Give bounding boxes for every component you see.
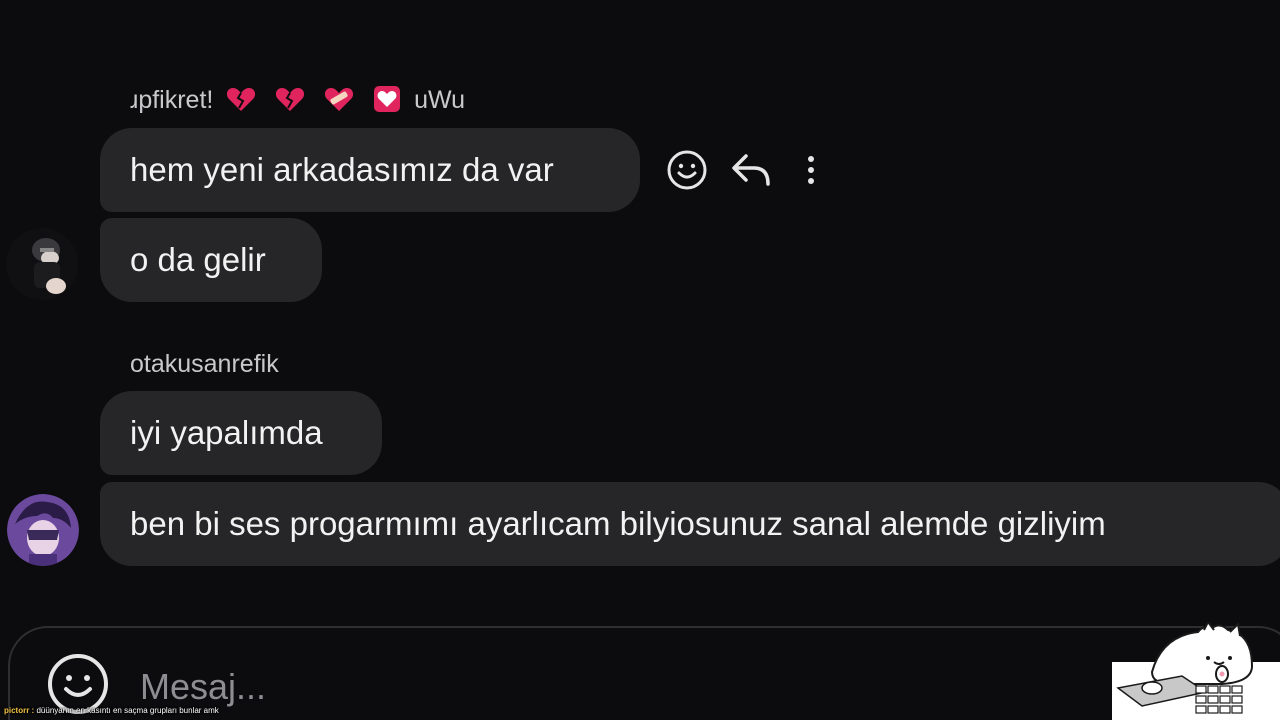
sender-name-1[interactable]: ɹpfikret! uWu <box>130 85 465 117</box>
reply-icon[interactable] <box>726 147 774 193</box>
message-bubble-4[interactable]: ben bi ses progarmımı ayarlıcam bilyiosu… <box>100 482 1280 566</box>
heart-square-icon <box>374 86 401 113</box>
video-caption: pictorr : düünyanın en kasıntı en saçma … <box>4 706 219 716</box>
bandaged-heart-icon <box>325 88 354 112</box>
sender-name-text: ɹpfikret! <box>130 86 214 114</box>
message-text: ben bi ses progarmımı ayarlıcam bilyiosu… <box>130 505 1106 542</box>
message-input-placeholder: Mesaj... <box>140 666 267 707</box>
avatar[interactable] <box>7 494 79 566</box>
smiley-icon[interactable] <box>664 147 710 193</box>
caption-text: düünyanın en kasıntı en saçma grupları b… <box>36 706 219 715</box>
message-text: iyi yapalımda <box>130 414 323 451</box>
avatar[interactable] <box>6 228 78 300</box>
sender-name-2[interactable]: otakusanrefik <box>130 349 279 379</box>
message-bubble-1[interactable]: hem yeni arkadasımız da var <box>100 128 640 212</box>
sender-name-text: otakusanrefik <box>130 350 279 378</box>
broken-heart-icon <box>276 88 305 112</box>
more-vertical-icon[interactable] <box>796 150 826 190</box>
chat-window: ɹpfikret! uWu hem yeni arkadasımız da va… <box>0 0 1280 720</box>
message-text: hem yeni arkadasımız da var <box>130 151 554 188</box>
message-bubble-2[interactable]: o da gelir <box>100 218 322 302</box>
caption-prefix: pictorr : <box>4 706 35 715</box>
bongo-cat-sticker <box>1112 620 1280 720</box>
sender-name-suffix: uWu <box>414 86 466 114</box>
message-text: o da gelir <box>130 241 266 278</box>
message-input[interactable]: Mesaj... <box>140 665 266 709</box>
broken-heart-icon <box>227 88 256 112</box>
message-bubble-3[interactable]: iyi yapalımda <box>100 391 382 475</box>
